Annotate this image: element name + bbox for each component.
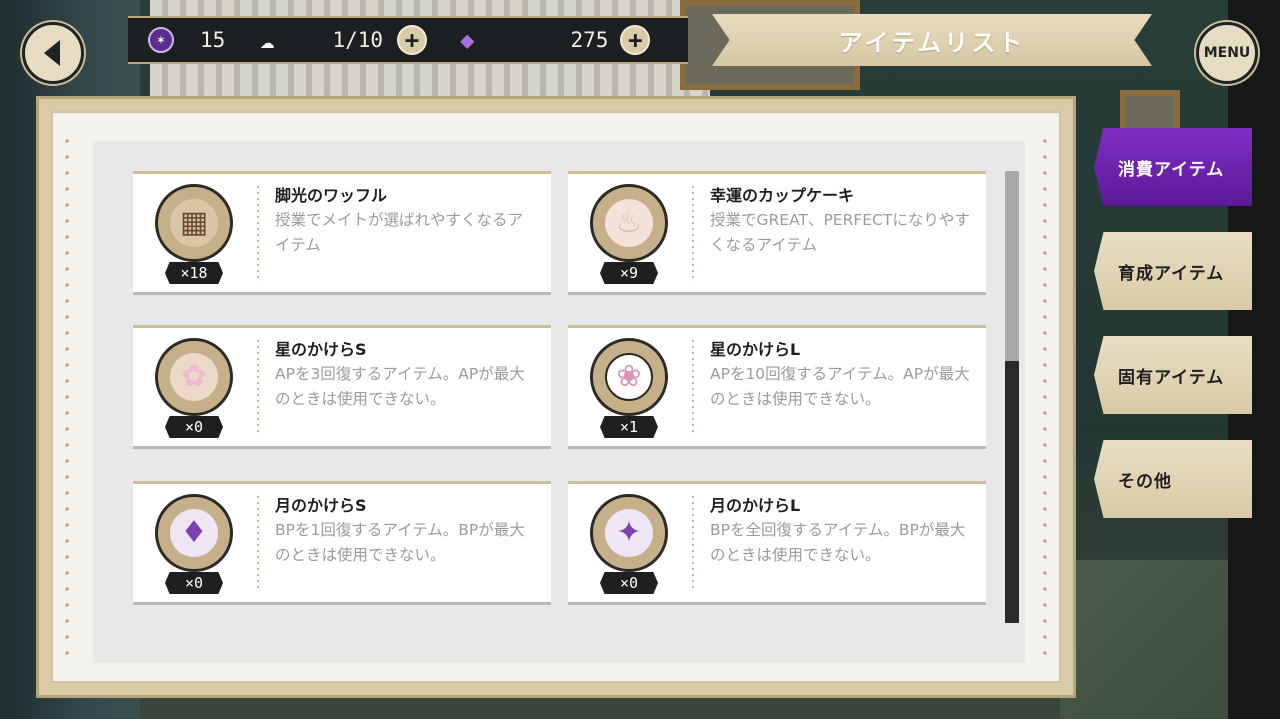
item-count: ×18 bbox=[165, 262, 223, 284]
item-count: ×0 bbox=[165, 416, 223, 438]
waffle-icon: ▦ bbox=[155, 184, 233, 262]
crystal-stat: ◆ 275 + bbox=[460, 18, 651, 62]
item-card[interactable]: ▦ ×18 脚光のワッフル 授業でメイトが選ばれやすくなるアイテム bbox=[133, 171, 551, 295]
card-divider bbox=[257, 338, 259, 436]
add-crystal-button[interactable]: + bbox=[620, 25, 651, 55]
item-list-panel: ▦ ×18 脚光のワッフル 授業でメイトが選ばれやすくなるアイテム ♨ ×9 幸… bbox=[36, 96, 1076, 698]
star-fragment-jar-icon-glyph: ❀ bbox=[605, 353, 653, 401]
item-list[interactable]: ▦ ×18 脚光のワッフル 授業でメイトが選ばれやすくなるアイテム ♨ ×9 幸… bbox=[93, 141, 1025, 663]
resource-bar: ✶ 15 ☁ 1/10 + ◆ 275 + bbox=[128, 16, 688, 64]
item-count: ×1 bbox=[600, 416, 658, 438]
scrollbar-thumb[interactable] bbox=[1005, 171, 1019, 361]
item-name: 月のかけらS bbox=[275, 496, 367, 515]
item-card[interactable]: ♨ ×9 幸運のカップケーキ 授業でGREAT、PERFECTになりやすくなるア… bbox=[568, 171, 986, 295]
decorative-dots bbox=[1043, 133, 1047, 661]
tab-unique-items[interactable]: 固有アイテム bbox=[1094, 336, 1252, 414]
moon-fragment-vase-icon-glyph: ✦ bbox=[605, 509, 653, 557]
gem-count: 15 bbox=[200, 28, 226, 52]
add-ap-button[interactable]: + bbox=[397, 25, 428, 55]
panel-inner: ▦ ×18 脚光のワッフル 授業でメイトが選ばれやすくなるアイテム ♨ ×9 幸… bbox=[51, 111, 1061, 683]
item-card[interactable]: ❀ ×1 星のかけらL APを10回復するアイテム。APが最大のときは使用できな… bbox=[568, 325, 986, 449]
card-divider bbox=[257, 494, 259, 592]
tab-consumable-items[interactable]: 消費アイテム bbox=[1094, 128, 1252, 206]
tab-training-items[interactable]: 育成アイテム bbox=[1094, 232, 1252, 310]
item-count: ×0 bbox=[165, 572, 223, 594]
item-name: 幸運のカップケーキ bbox=[710, 186, 855, 205]
back-button[interactable] bbox=[22, 22, 84, 84]
item-description: APを3回復するアイテム。APが最大のときは使用できない。 bbox=[275, 365, 525, 408]
item-card[interactable]: ✦ ×0 月のかけらL BPを全回復するアイテム。BPが最大のときは使用できない… bbox=[568, 481, 986, 605]
star-fragment-jar-icon: ❀ bbox=[590, 338, 668, 416]
card-divider bbox=[257, 184, 259, 282]
page-title: アイテムリスト bbox=[712, 14, 1152, 66]
item-description: 授業でメイトが選ばれやすくなるアイテム bbox=[275, 211, 524, 254]
moon-fragment-small-icon: ♦ bbox=[155, 494, 233, 572]
ap-value: 1/10 bbox=[332, 28, 384, 52]
waffle-icon-glyph: ▦ bbox=[170, 199, 218, 247]
card-divider bbox=[692, 338, 694, 436]
back-arrow-icon bbox=[44, 40, 60, 66]
ap-cloud-icon: ☁ bbox=[260, 26, 275, 54]
item-card[interactable]: ♦ ×0 月のかけらS BPを1回復するアイテム。BPが最大のときは使用できない… bbox=[133, 481, 551, 605]
magic-gem-icon: ✶ bbox=[148, 27, 174, 53]
item-name: 星のかけらS bbox=[275, 340, 367, 359]
card-divider bbox=[692, 494, 694, 592]
decorative-dots bbox=[65, 133, 69, 661]
crystal-count: 275 bbox=[570, 28, 609, 52]
item-name: 星のかけらL bbox=[710, 340, 801, 359]
cupcake-icon-glyph: ♨ bbox=[605, 199, 653, 247]
item-card[interactable]: ✿ ×0 星のかけらS APを3回復するアイテム。APが最大のときは使用できない… bbox=[133, 325, 551, 449]
item-count: ×9 bbox=[600, 262, 658, 284]
moon-fragment-vase-icon: ✦ bbox=[590, 494, 668, 572]
star-fragment-small-icon: ✿ bbox=[155, 338, 233, 416]
menu-button[interactable]: MENU bbox=[1196, 22, 1258, 84]
item-description: BPを全回復するアイテム。BPが最大のときは使用できない。 bbox=[710, 521, 966, 564]
gem-stat: ✶ 15 bbox=[148, 18, 225, 62]
item-description: BPを1回復するアイテム。BPが最大のときは使用できない。 bbox=[275, 521, 525, 564]
item-description: APを10回復するアイテム。APが最大のときは使用できない。 bbox=[710, 365, 970, 408]
crystal-icon: ◆ bbox=[460, 26, 475, 54]
item-description: 授業でGREAT、PERFECTになりやすくなるアイテム bbox=[710, 211, 970, 254]
moon-fragment-small-icon-glyph: ♦ bbox=[170, 509, 218, 557]
star-fragment-small-icon-glyph: ✿ bbox=[170, 353, 218, 401]
card-divider bbox=[692, 184, 694, 282]
item-count: ×0 bbox=[600, 572, 658, 594]
cupcake-icon: ♨ bbox=[590, 184, 668, 262]
item-name: 脚光のワッフル bbox=[275, 186, 388, 205]
tab-other[interactable]: その他 bbox=[1094, 440, 1252, 518]
item-name: 月のかけらL bbox=[710, 496, 801, 515]
ap-stat: ☁ 1/10 + bbox=[260, 18, 428, 62]
